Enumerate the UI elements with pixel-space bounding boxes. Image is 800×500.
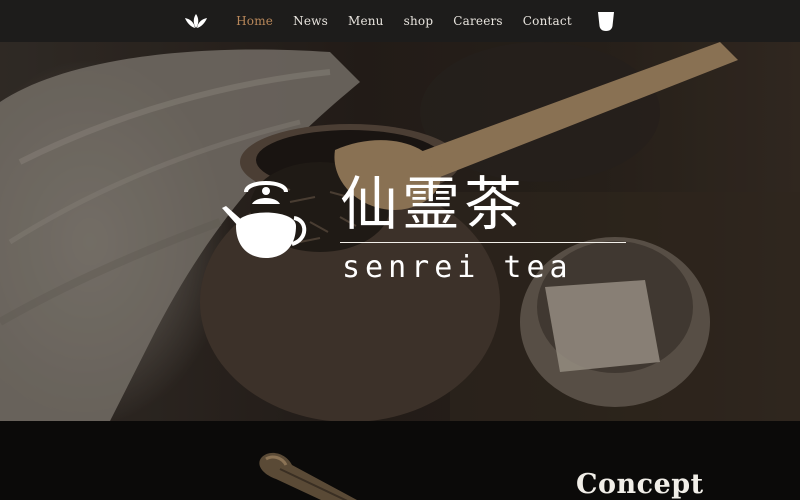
tea-cup-icon[interactable]: [596, 10, 616, 32]
brand-name-roman: senrei tea: [342, 250, 573, 285]
nav-link-news[interactable]: News: [293, 14, 328, 28]
bamboo-scoop-image: [259, 452, 357, 500]
nav-link-contact[interactable]: Contact: [523, 14, 572, 28]
nav-inner: Home News Menu shop Careers Contact: [184, 0, 616, 42]
nav-link-home[interactable]: Home: [236, 14, 273, 28]
top-navigation-bar: Home News Menu shop Careers Contact: [0, 0, 800, 42]
teapot-icon: [222, 181, 307, 258]
concept-section: Concept: [0, 421, 800, 500]
brand-divider: [340, 242, 626, 243]
nav-link-menu[interactable]: Menu: [348, 14, 384, 28]
brand-name-kanji: 仙霊茶: [340, 170, 527, 238]
tea-leaves-icon[interactable]: [184, 12, 208, 30]
nav-link-shop[interactable]: shop: [404, 14, 434, 28]
nav-link-careers[interactable]: Careers: [453, 14, 503, 28]
concept-heading: Concept: [576, 469, 704, 500]
hero-banner: 仙霊茶 senrei tea: [0, 42, 800, 421]
brand-logo: 仙霊茶 senrei tea: [222, 170, 632, 290]
